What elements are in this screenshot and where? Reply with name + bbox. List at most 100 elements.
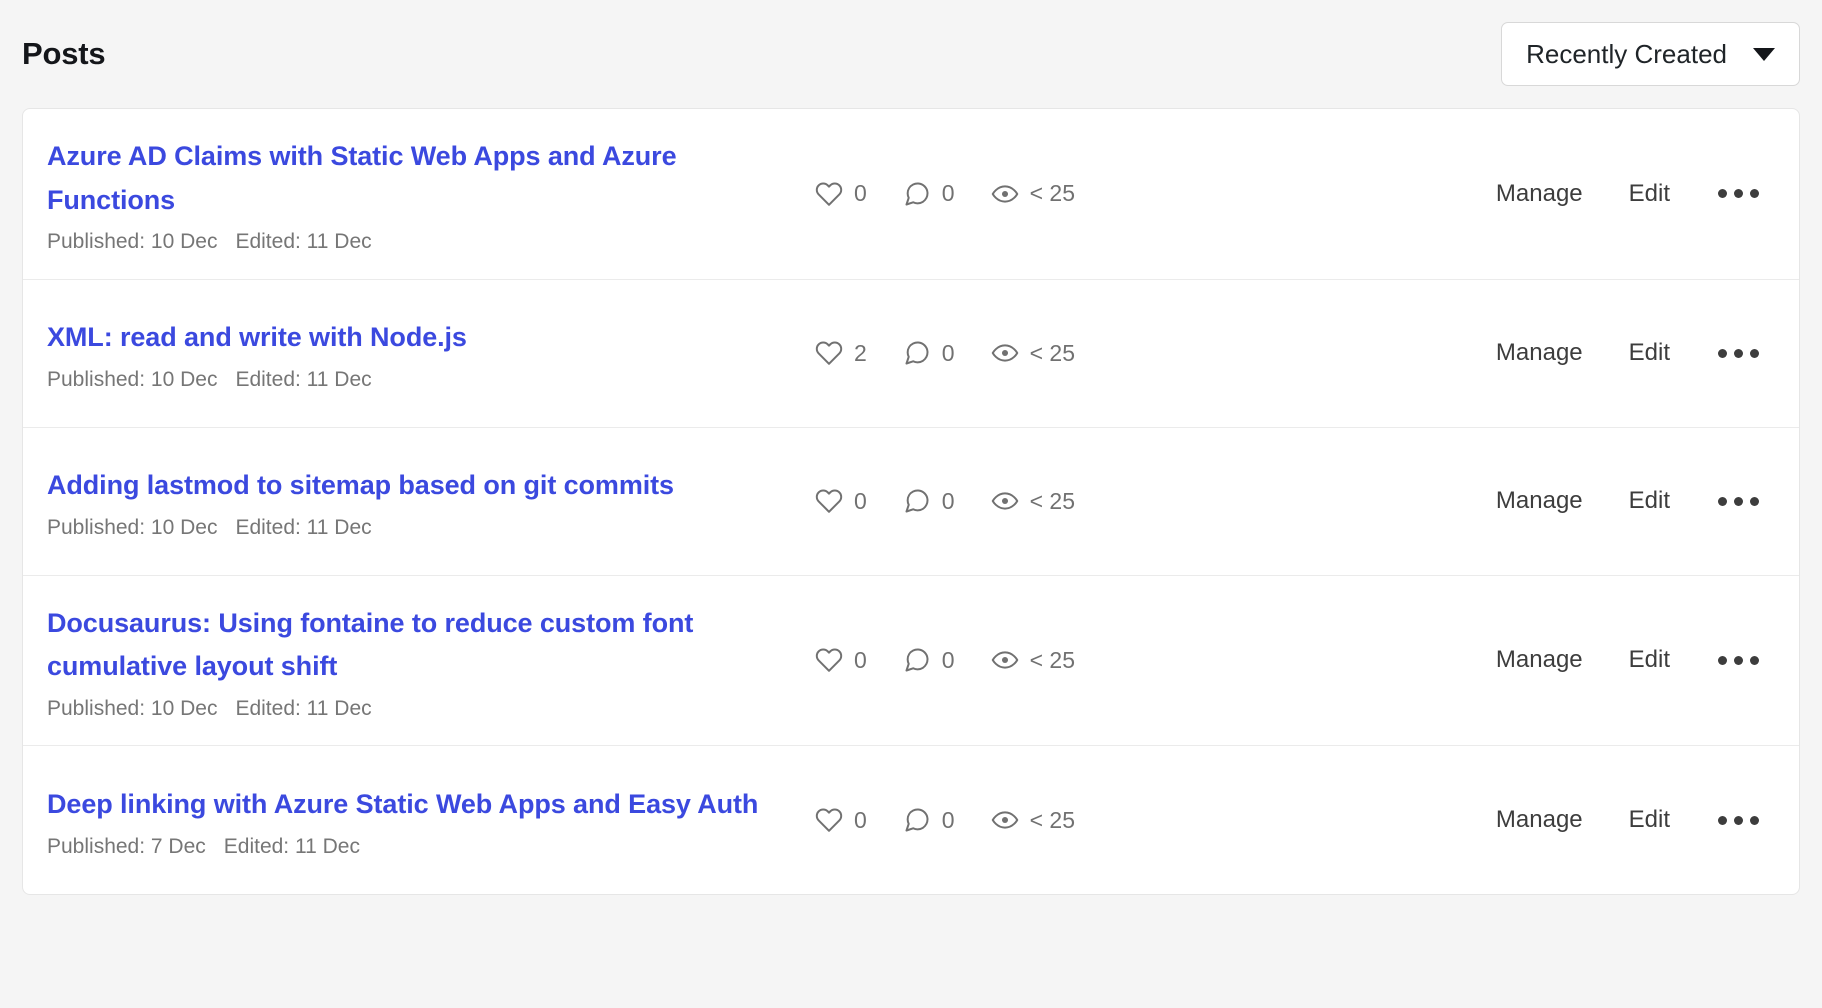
posts-dashboard-page: Posts Recently Created Azure AD Claims w… [0,0,1822,1008]
table-row: Adding lastmod to sitemap based on git c… [23,428,1799,576]
manage-link[interactable]: Manage [1496,489,1583,513]
manage-link[interactable]: Manage [1496,808,1583,832]
manage-link[interactable]: Manage [1496,648,1583,672]
heart-icon [815,339,843,367]
reactions-stat[interactable]: 0 [815,180,867,208]
post-actions: Manage Edit [1496,808,1777,832]
views-count: < 25 [1029,646,1075,673]
comments-stat[interactable]: 0 [903,646,955,674]
comments-count: 0 [941,646,955,673]
reactions-stat[interactable]: 0 [815,806,867,834]
post-actions: Manage Edit [1496,341,1777,365]
ellipsis-icon[interactable] [1716,491,1761,512]
comments-stat[interactable]: 0 [903,487,955,515]
post-summary: Adding lastmod to sitemap based on git c… [47,438,807,564]
post-summary: Deep linking with Azure Static Web Apps … [47,757,807,883]
edit-link[interactable]: Edit [1629,648,1670,672]
ellipsis-icon[interactable] [1716,343,1761,364]
table-row: Docusaurus: Using fontaine to reduce cus… [23,576,1799,747]
post-edited-date: Edited: 11 Dec [235,515,372,539]
eye-icon [991,339,1019,367]
post-published-date: Published: 10 Dec [47,697,218,721]
comment-icon [903,180,931,208]
views-count: < 25 [1029,180,1075,207]
post-stats: 0 0 < 25 [807,487,1075,515]
comment-icon [903,487,931,515]
page-title: Posts [22,36,106,71]
post-title-link[interactable]: Azure AD Claims with Static Web Apps and… [47,135,807,222]
eye-icon [991,180,1019,208]
comments-stat[interactable]: 0 [903,180,955,208]
views-stat: < 25 [991,180,1075,208]
edit-link[interactable]: Edit [1629,341,1670,365]
table-row: XML: read and write with Node.js Publish… [23,280,1799,428]
heart-icon [815,487,843,515]
table-row: Deep linking with Azure Static Web Apps … [23,746,1799,894]
post-edited-date: Edited: 11 Dec [235,697,372,721]
post-title-link[interactable]: XML: read and write with Node.js [47,316,807,360]
post-stats: 2 0 < 25 [807,339,1075,367]
table-row: Azure AD Claims with Static Web Apps and… [23,109,1799,280]
reactions-stat[interactable]: 0 [815,646,867,674]
post-published-date: Published: 10 Dec [47,230,218,254]
ellipsis-icon[interactable] [1716,183,1761,204]
eye-icon [991,646,1019,674]
manage-link[interactable]: Manage [1496,181,1583,206]
post-edited-date: Edited: 11 Dec [235,367,372,391]
heart-icon [815,180,843,208]
post-stats: 0 0 < 25 [807,646,1075,674]
post-stats: 0 0 < 25 [807,180,1075,208]
reactions-stat[interactable]: 0 [815,487,867,515]
comments-count: 0 [941,339,955,366]
reactions-count: 0 [854,806,867,833]
edit-link[interactable]: Edit [1629,808,1670,832]
comments-stat[interactable]: 0 [903,806,955,834]
heart-icon [815,806,843,834]
chevron-down-icon [1753,47,1775,61]
post-meta: Published: 10 Dec Edited: 11 Dec [47,515,807,540]
sort-dropdown-value: Recently Created [1526,39,1727,69]
sort-dropdown[interactable]: Recently Created [1501,22,1800,86]
comment-icon [903,806,931,834]
comments-count: 0 [941,806,955,833]
post-meta: Published: 10 Dec Edited: 11 Dec [47,229,807,254]
post-summary: Azure AD Claims with Static Web Apps and… [47,109,807,279]
ellipsis-icon[interactable] [1716,810,1761,831]
comments-stat[interactable]: 0 [903,339,955,367]
reactions-count: 2 [854,339,867,366]
edit-link[interactable]: Edit [1629,181,1670,206]
edit-link[interactable]: Edit [1629,489,1670,513]
comment-icon [903,339,931,367]
post-title-link[interactable]: Adding lastmod to sitemap based on git c… [47,464,807,508]
post-title-link[interactable]: Deep linking with Azure Static Web Apps … [47,783,807,827]
post-published-date: Published: 7 Dec [47,835,206,859]
reactions-count: 0 [854,180,867,207]
ellipsis-icon[interactable] [1716,650,1761,671]
views-stat: < 25 [991,487,1075,515]
views-count: < 25 [1029,339,1075,366]
manage-link[interactable]: Manage [1496,341,1583,365]
post-actions: Manage Edit [1496,648,1777,672]
views-stat: < 25 [991,339,1075,367]
post-actions: Manage Edit [1496,181,1777,206]
post-published-date: Published: 10 Dec [47,367,218,391]
views-count: < 25 [1029,487,1075,514]
reactions-stat[interactable]: 2 [815,339,867,367]
reactions-count: 0 [854,487,867,514]
post-summary: Docusaurus: Using fontaine to reduce cus… [47,576,807,746]
post-meta: Published: 10 Dec Edited: 11 Dec [47,367,807,392]
post-meta: Published: 7 Dec Edited: 11 Dec [47,834,807,859]
post-actions: Manage Edit [1496,489,1777,513]
post-summary: XML: read and write with Node.js Publish… [47,290,807,416]
post-edited-date: Edited: 11 Dec [235,230,372,254]
post-title-link[interactable]: Docusaurus: Using fontaine to reduce cus… [47,602,807,689]
views-stat: < 25 [991,806,1075,834]
post-edited-date: Edited: 11 Dec [223,835,360,859]
reactions-count: 0 [854,646,867,673]
eye-icon [991,806,1019,834]
comments-count: 0 [941,487,955,514]
posts-list-card: Azure AD Claims with Static Web Apps and… [22,108,1800,896]
page-header: Posts Recently Created [22,0,1800,108]
post-stats: 0 0 < 25 [807,806,1075,834]
comment-icon [903,646,931,674]
